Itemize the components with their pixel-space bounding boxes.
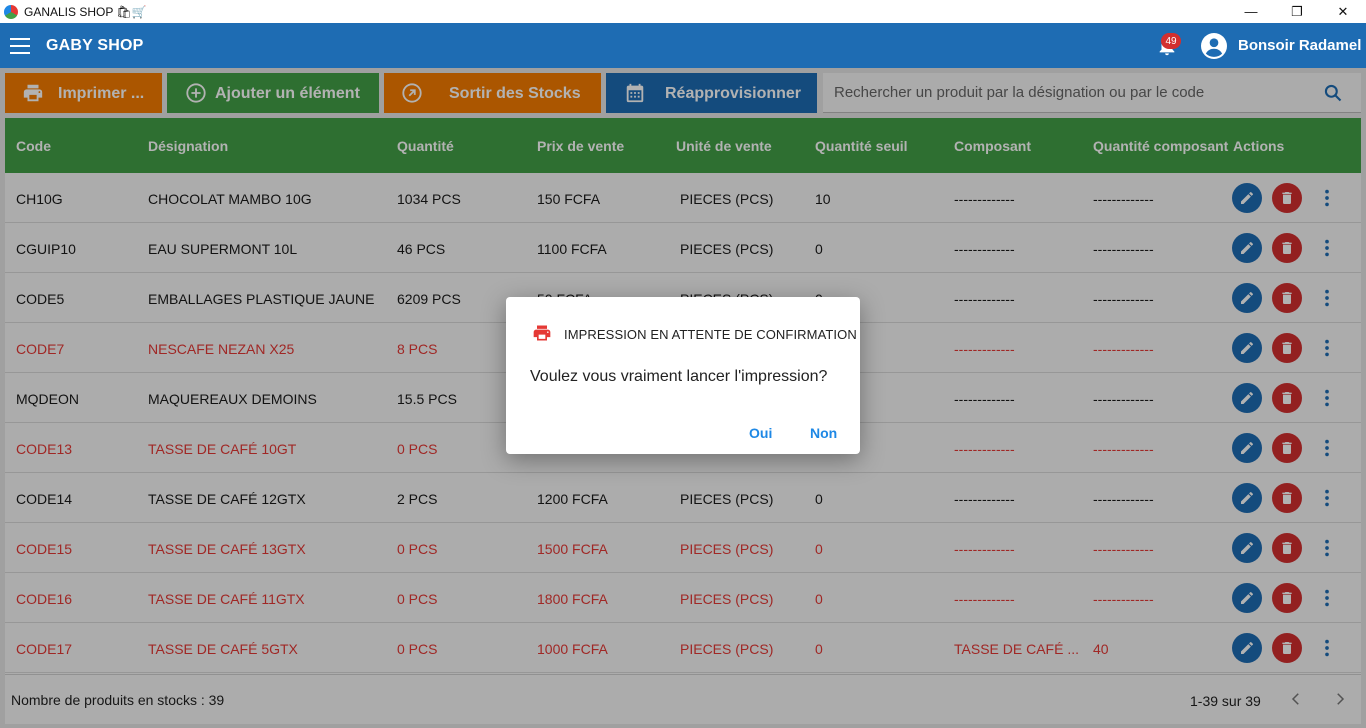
dialog-message: Voulez vous vraiment lancer l'impression… (530, 368, 828, 385)
window-title: GANALIS SHOP 🛍🛒 (24, 4, 147, 19)
print-confirmation-dialog: IMPRESSION EN ATTENTE DE CONFIRMATION Vo… (506, 297, 860, 454)
notification-badge: 49 (1161, 33, 1181, 49)
printer-icon (533, 325, 551, 341)
hamburger-menu-icon[interactable] (10, 37, 30, 54)
user-greeting[interactable]: Bonsoir Radamel (1238, 37, 1361, 54)
window-controls: — ❐ ✕ (1228, 0, 1366, 23)
restore-button[interactable]: ❐ (1274, 0, 1320, 23)
user-avatar-icon[interactable] (1201, 33, 1227, 59)
minimize-button[interactable]: — (1228, 0, 1274, 23)
window-titlebar: GANALIS SHOP 🛍🛒 — ❐ ✕ (0, 0, 1366, 23)
close-window-button[interactable]: ✕ (1320, 0, 1366, 23)
app-logo-icon (4, 4, 18, 19)
app-bar: GABY SHOP 49 Bonsoir Radamel (0, 23, 1366, 68)
dialog-title: IMPRESSION EN ATTENTE DE CONFIRMATION (564, 327, 857, 342)
confirm-no-button[interactable]: Non (810, 425, 837, 441)
confirm-yes-button[interactable]: Oui (749, 425, 772, 441)
shop-name: GABY SHOP (46, 36, 144, 54)
